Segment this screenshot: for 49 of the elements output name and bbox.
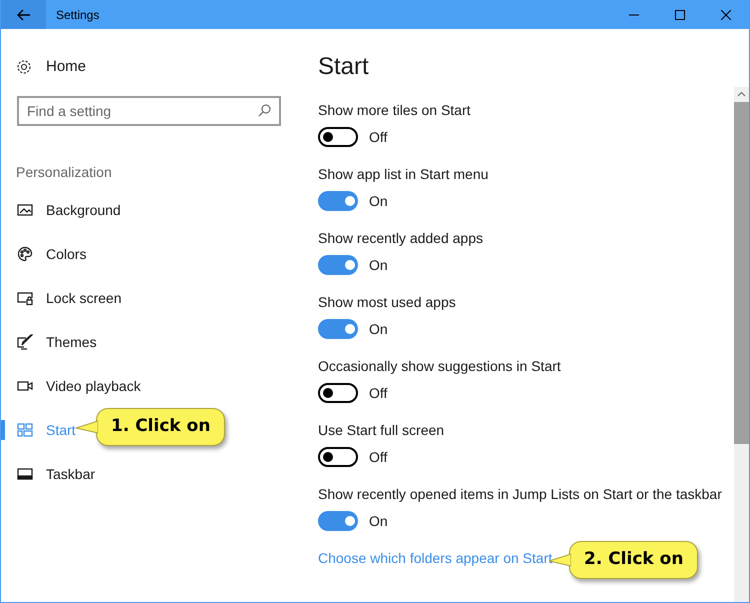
toggle-state: On xyxy=(369,192,388,210)
toggle-state: On xyxy=(369,256,388,274)
search-field[interactable]: Find a setting xyxy=(17,96,281,126)
setting-label: Show app list in Start menu xyxy=(318,164,490,184)
toggle-switch[interactable] xyxy=(318,127,358,147)
setting-label: Show most used apps xyxy=(318,292,457,312)
toggle-switch[interactable] xyxy=(318,511,358,531)
toggle-switch[interactable] xyxy=(318,255,358,275)
back-arrow-icon xyxy=(16,8,30,20)
toggle-switch[interactable] xyxy=(318,319,358,339)
callout: 1. Click on xyxy=(96,408,226,446)
toggle-state: Off xyxy=(369,128,388,146)
picture-frame-icon xyxy=(17,202,33,218)
brush-icon xyxy=(17,334,33,350)
toggle-switch[interactable] xyxy=(318,447,358,467)
sidebar-item[interactable]: Lock screen xyxy=(1,288,122,308)
section-heading: Personalization xyxy=(16,162,113,182)
home-item[interactable]: Home xyxy=(1,57,301,77)
lock-screen-icon xyxy=(17,290,33,306)
settings-icon xyxy=(16,59,32,75)
toggle-state: On xyxy=(369,512,388,530)
scrollbar[interactable] xyxy=(734,87,749,602)
page-heading: Start xyxy=(318,52,370,82)
sidebar-item[interactable]: Background xyxy=(1,200,121,220)
toggle-state: Off xyxy=(369,384,388,402)
toggle-state: Off xyxy=(369,448,388,466)
palette-icon xyxy=(17,246,33,262)
setting-label: Show recently opened items in Jump Lists on Start or the taskbar xyxy=(318,484,723,504)
scrollbar-thumb[interactable] xyxy=(734,102,749,444)
setting-label: Occasionally show suggestions in Start xyxy=(318,356,562,376)
maximize-icon xyxy=(675,10,685,20)
toggle-switch[interactable] xyxy=(318,191,358,211)
back-button[interactable] xyxy=(1,0,46,29)
setting-label: Show more tiles on Start xyxy=(318,100,472,120)
setting-label: Show recently added apps xyxy=(318,228,484,248)
sidebar-item[interactable]: Video playback xyxy=(1,376,141,396)
taskbar-icon xyxy=(17,466,33,482)
close-icon xyxy=(721,10,731,20)
setting-label: Use Start full screen xyxy=(318,420,446,440)
sidebar-item[interactable]: Themes xyxy=(1,332,97,352)
toggle-state: On xyxy=(369,320,388,338)
toggle-switch[interactable] xyxy=(318,383,358,403)
sidebar-item[interactable]: Taskbar xyxy=(1,464,96,484)
tiles-icon xyxy=(17,422,33,438)
search-icon xyxy=(258,104,271,117)
window-title: Settings xyxy=(56,6,100,24)
callout: 2. Click on xyxy=(569,541,698,579)
callout-pointer xyxy=(76,419,98,435)
sidebar-item[interactable]: Colors xyxy=(1,244,86,264)
